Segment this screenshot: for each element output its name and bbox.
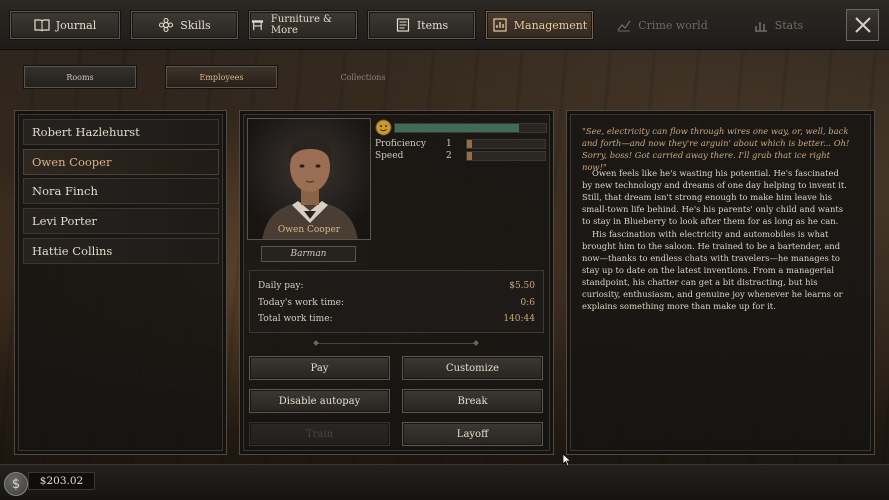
total-work-value: 140:44 bbox=[503, 314, 535, 324]
bars-icon bbox=[754, 22, 767, 32]
total-work-label: Total work time: bbox=[258, 314, 333, 324]
subtab-collections[interactable]: Collections bbox=[310, 66, 416, 88]
table-icon bbox=[251, 20, 264, 31]
list-item[interactable]: Hattie Collins bbox=[23, 238, 219, 264]
stat-label-proficiency: Proficiency bbox=[375, 139, 426, 149]
close-button[interactable] bbox=[846, 9, 879, 41]
stat-label-speed: Speed bbox=[375, 151, 404, 161]
coin-icon: $ bbox=[4, 472, 28, 496]
tab-management[interactable]: Management bbox=[486, 11, 593, 39]
tab-label: Crime world bbox=[638, 18, 708, 32]
stat-bar-proficiency bbox=[466, 139, 546, 149]
bio-quote: "See, electricity can flow through wires… bbox=[582, 126, 850, 172]
pay-button[interactable]: Pay bbox=[249, 356, 390, 380]
stat-value-speed: 2 bbox=[446, 151, 452, 161]
mouse-cursor-icon bbox=[562, 453, 572, 467]
tab-journal[interactable]: Journal bbox=[10, 11, 120, 39]
role-badge: Barman bbox=[261, 246, 356, 262]
role-label: Barman bbox=[290, 249, 327, 259]
mood-bar bbox=[394, 123, 547, 133]
close-icon bbox=[854, 17, 871, 33]
currency-symbol: $ bbox=[11, 476, 21, 492]
button-label: Layoff bbox=[456, 428, 489, 440]
employee-name: Owen Cooper bbox=[32, 155, 112, 169]
subtab-label: Rooms bbox=[66, 72, 94, 82]
bottom-status-bar bbox=[0, 464, 889, 500]
tab-stats[interactable]: Stats bbox=[748, 11, 808, 39]
employee-portrait: Owen Cooper bbox=[247, 118, 371, 240]
customize-button[interactable]: Customize bbox=[402, 356, 543, 380]
subtab-rooms[interactable]: Rooms bbox=[24, 66, 136, 88]
mood-bar-fill bbox=[395, 124, 519, 132]
layoff-button[interactable]: Layoff bbox=[402, 422, 543, 446]
ornament-divider bbox=[316, 343, 476, 344]
total-work-row: Total work time: 140:44 bbox=[258, 314, 535, 324]
top-nav-bar: Journal Skills Furniture & More Items Ma… bbox=[0, 0, 889, 50]
tab-label: Skills bbox=[180, 18, 211, 32]
stat-bar-fill bbox=[467, 140, 473, 148]
subtab-label: Collections bbox=[340, 72, 386, 82]
tab-skills[interactable]: Skills bbox=[131, 11, 238, 39]
employee-name: Levi Porter bbox=[32, 214, 97, 228]
stat-value-proficiency: 1 bbox=[446, 139, 452, 149]
money-display: $203.02 bbox=[28, 472, 95, 490]
tab-label: Management bbox=[513, 18, 588, 32]
subtab-label: Employees bbox=[199, 72, 244, 82]
tab-label: Stats bbox=[774, 18, 804, 32]
smiley-icon bbox=[375, 119, 392, 136]
chart-icon bbox=[617, 20, 631, 32]
employee-name: Hattie Collins bbox=[32, 244, 113, 258]
list-item[interactable]: Robert Hazlehurst bbox=[23, 119, 219, 145]
stat-bar-fill bbox=[467, 152, 473, 160]
gear-flower-icon bbox=[159, 17, 174, 33]
employee-list-panel: Robert Hazlehurst Owen Cooper Nora Finch… bbox=[14, 110, 227, 455]
button-label: Customize bbox=[445, 362, 500, 374]
daily-pay-value: $5.50 bbox=[509, 281, 535, 291]
train-button[interactable]: Train bbox=[249, 422, 390, 446]
bio-paragraph-1: Owen feels like he's wasting his potenti… bbox=[582, 168, 847, 226]
work-info-box: Daily pay: $5.50 Today's work time: 0:6 … bbox=[249, 270, 544, 333]
employee-name: Nora Finch bbox=[32, 184, 98, 198]
subtab-employees[interactable]: Employees bbox=[166, 66, 277, 88]
button-label: Disable autopay bbox=[278, 395, 361, 407]
tab-label: Items bbox=[416, 18, 449, 32]
tab-crime-world[interactable]: Crime world bbox=[612, 11, 712, 39]
button-label: Pay bbox=[310, 362, 329, 374]
book-icon bbox=[34, 19, 50, 32]
daily-pay-label: Daily pay: bbox=[258, 281, 304, 291]
button-label: Train bbox=[305, 428, 334, 440]
today-work-value: 0:6 bbox=[520, 298, 535, 308]
portrait-image bbox=[248, 119, 370, 239]
tab-furniture[interactable]: Furniture & More bbox=[249, 11, 357, 39]
bio-paragraph-2: His fascination with electricity and aut… bbox=[582, 229, 843, 311]
tab-items[interactable]: Items bbox=[368, 11, 475, 39]
money-amount: $203.02 bbox=[39, 475, 84, 487]
disable-autopay-button[interactable]: Disable autopay bbox=[249, 389, 390, 413]
portrait-name: Owen Cooper bbox=[277, 225, 341, 235]
list-item[interactable]: Owen Cooper bbox=[23, 149, 219, 175]
today-work-row: Today's work time: 0:6 bbox=[258, 298, 535, 308]
stat-bar-speed bbox=[466, 151, 546, 161]
tab-label: Furniture & More bbox=[270, 14, 332, 36]
button-label: Break bbox=[457, 395, 488, 407]
list-icon bbox=[396, 18, 409, 32]
employee-name: Robert Hazlehurst bbox=[32, 125, 140, 139]
list-item[interactable]: Nora Finch bbox=[23, 178, 219, 204]
break-button[interactable]: Break bbox=[402, 389, 543, 413]
list-item[interactable]: Levi Porter bbox=[23, 208, 219, 234]
daily-pay-row: Daily pay: $5.50 bbox=[258, 281, 535, 291]
tab-label: Journal bbox=[55, 18, 97, 32]
today-work-label: Today's work time: bbox=[258, 298, 345, 308]
ledger-icon bbox=[493, 18, 507, 32]
